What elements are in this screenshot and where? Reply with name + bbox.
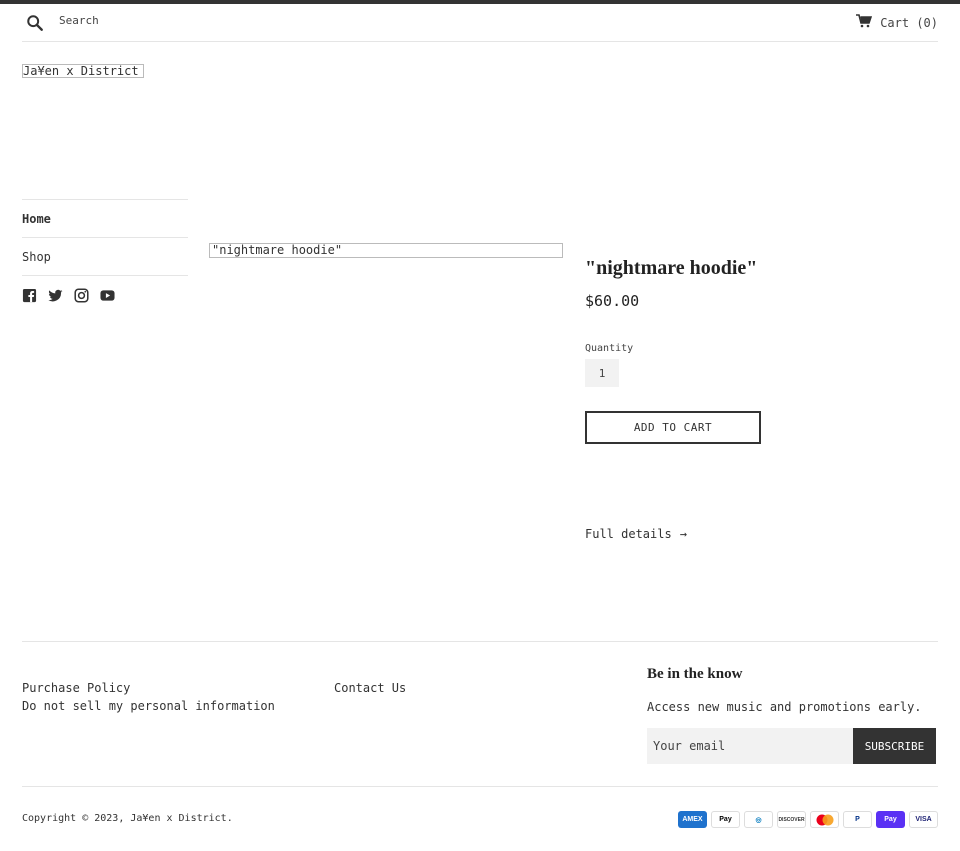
instagram-icon[interactable]	[74, 288, 89, 303]
site-logo[interactable]: Ja¥en x District	[22, 64, 144, 78]
quantity-label: Quantity	[585, 343, 634, 354]
footer-bottom-divider	[22, 786, 938, 787]
arrow-right-icon: →	[679, 527, 687, 541]
shop-pay-icon: Pay	[876, 811, 905, 828]
cart-label: Cart (0)	[880, 15, 938, 30]
product-title: "nightmare hoodie"	[585, 257, 758, 279]
payment-icons: AMEX Pay ◎ DISCOVER P Pay VISA	[678, 811, 938, 828]
sidebar-item-home[interactable]: Home	[22, 199, 188, 237]
sidebar-nav: Home Shop	[22, 199, 188, 276]
cart-icon	[856, 14, 873, 31]
footer-link-do-not-sell[interactable]: Do not sell my personal information	[22, 699, 275, 713]
discover-icon: DISCOVER	[777, 811, 806, 828]
full-details-link[interactable]: Full details →	[585, 527, 687, 541]
divider	[22, 275, 188, 276]
sidebar-item-shop[interactable]: Shop	[22, 237, 188, 275]
footer-link-purchase-policy[interactable]: Purchase Policy	[22, 681, 130, 695]
mastercard-icon	[810, 811, 839, 828]
visa-icon: VISA	[909, 811, 938, 828]
footer-link-contact-us[interactable]: Contact Us	[334, 681, 406, 695]
subscribe-button[interactable]: SUBSCRIBE	[853, 728, 936, 764]
full-details-label: Full details	[585, 527, 672, 541]
search-input[interactable]: Search	[59, 14, 99, 27]
amex-icon: AMEX	[678, 811, 707, 828]
product-image: "nightmare hoodie"	[209, 243, 563, 258]
social-links	[22, 288, 115, 303]
paypal-icon: P	[843, 811, 872, 828]
footer-divider	[22, 641, 938, 642]
newsletter-title: Be in the know	[647, 666, 743, 682]
add-to-cart-button[interactable]: ADD TO CART	[585, 411, 761, 444]
diners-club-icon: ◎	[744, 811, 773, 828]
youtube-icon[interactable]	[100, 288, 115, 303]
search-icon[interactable]	[26, 14, 44, 32]
apple-pay-icon: Pay	[711, 811, 740, 828]
facebook-icon[interactable]	[22, 288, 37, 303]
product-price: $60.00	[585, 292, 640, 310]
copyright-text: Copyright © 2023, Ja¥en x District.	[22, 813, 233, 824]
newsletter-text: Access new music and promotions early.	[647, 700, 922, 714]
email-field[interactable]	[647, 728, 853, 764]
quantity-input[interactable]	[585, 359, 619, 387]
twitter-icon[interactable]	[48, 288, 63, 303]
cart-link[interactable]: Cart (0)	[856, 14, 938, 31]
header: Search Cart (0)	[22, 4, 938, 42]
